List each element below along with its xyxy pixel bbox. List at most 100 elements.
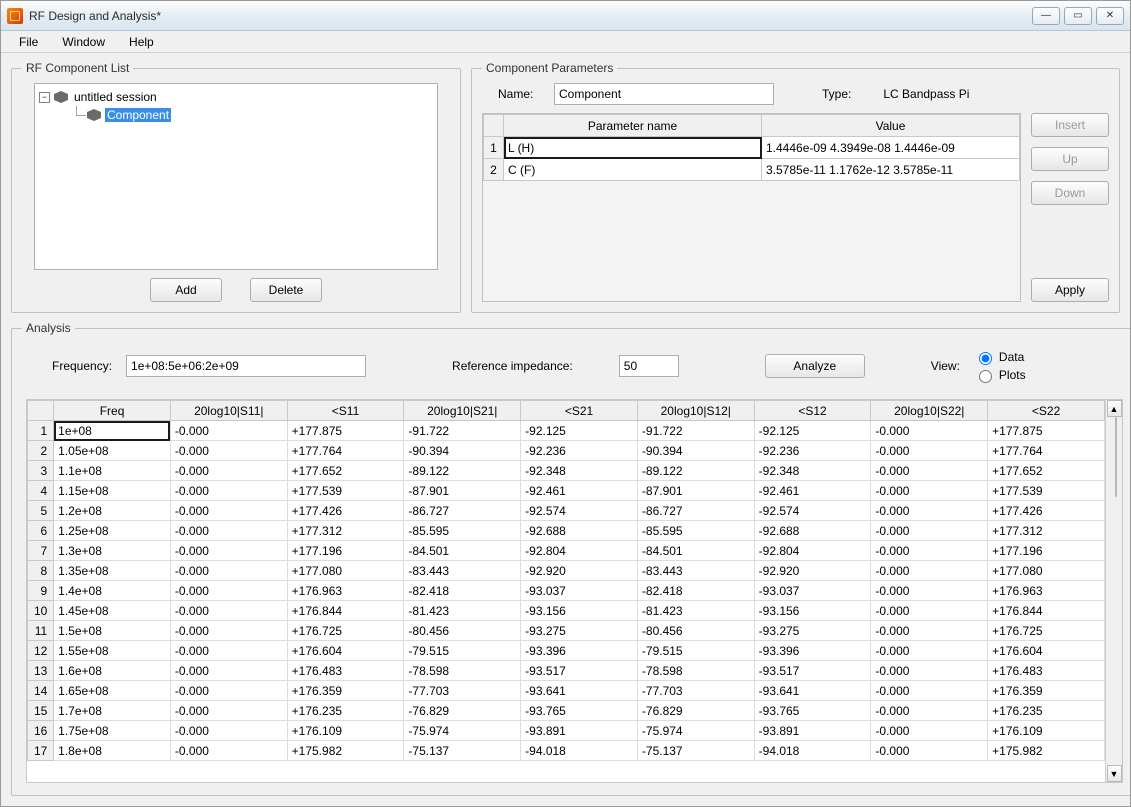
- analyze-button[interactable]: Analyze: [765, 354, 865, 378]
- grid-cell[interactable]: 1.2e+08: [54, 501, 171, 521]
- grid-cell[interactable]: -0.000: [170, 681, 287, 701]
- grid-cell[interactable]: 1.15e+08: [54, 481, 171, 501]
- grid-column-header[interactable]: <S12: [754, 401, 871, 421]
- grid-row[interactable]: 61.25e+08-0.000+177.312-85.595-92.688-85…: [28, 521, 1105, 541]
- apply-button[interactable]: Apply: [1031, 278, 1109, 302]
- delete-button[interactable]: Delete: [250, 278, 322, 302]
- param-name-cell[interactable]: L (H): [504, 137, 762, 159]
- grid-cell[interactable]: -0.000: [170, 421, 287, 441]
- grid-column-header[interactable]: 20log10|S22|: [871, 401, 988, 421]
- grid-cell[interactable]: -93.641: [754, 681, 871, 701]
- grid-cell[interactable]: -93.641: [521, 681, 638, 701]
- grid-cell[interactable]: -75.137: [404, 741, 521, 761]
- grid-cell[interactable]: +176.235: [988, 701, 1105, 721]
- grid-cell[interactable]: -80.456: [637, 621, 754, 641]
- grid-column-header[interactable]: Freq: [54, 401, 171, 421]
- grid-cell[interactable]: -93.156: [754, 601, 871, 621]
- grid-cell[interactable]: -0.000: [871, 741, 988, 761]
- grid-cell[interactable]: +176.109: [988, 721, 1105, 741]
- grid-cell[interactable]: -0.000: [170, 481, 287, 501]
- grid-cell[interactable]: -0.000: [871, 521, 988, 541]
- grid-cell[interactable]: 1.5e+08: [54, 621, 171, 641]
- frequency-input[interactable]: [126, 355, 366, 377]
- grid-cell[interactable]: -81.423: [404, 601, 521, 621]
- grid-cell[interactable]: -90.394: [404, 441, 521, 461]
- grid-column-header[interactable]: <S22: [988, 401, 1105, 421]
- grid-cell[interactable]: -77.703: [404, 681, 521, 701]
- grid-row[interactable]: 141.65e+08-0.000+176.359-77.703-93.641-7…: [28, 681, 1105, 701]
- grid-cell[interactable]: +176.604: [988, 641, 1105, 661]
- col-parameter-name[interactable]: Parameter name: [504, 115, 762, 137]
- grid-cell[interactable]: -93.037: [754, 581, 871, 601]
- grid-cell[interactable]: 1e+08: [54, 421, 171, 441]
- grid-cell[interactable]: 1.8e+08: [54, 741, 171, 761]
- grid-cell[interactable]: -91.722: [404, 421, 521, 441]
- grid-cell[interactable]: 1.7e+08: [54, 701, 171, 721]
- grid-cell[interactable]: -0.000: [170, 561, 287, 581]
- grid-cell[interactable]: 1.55e+08: [54, 641, 171, 661]
- grid-cell[interactable]: -92.920: [521, 561, 638, 581]
- grid-cell[interactable]: -92.574: [754, 501, 871, 521]
- grid-cell[interactable]: +177.875: [287, 421, 404, 441]
- grid-cell[interactable]: -80.456: [404, 621, 521, 641]
- grid-row[interactable]: 101.45e+08-0.000+176.844-81.423-93.156-8…: [28, 601, 1105, 621]
- menu-file[interactable]: File: [9, 33, 48, 51]
- tree-child-row[interactable]: Component: [71, 106, 433, 124]
- grid-cell[interactable]: -0.000: [170, 641, 287, 661]
- grid-cell[interactable]: 1.35e+08: [54, 561, 171, 581]
- grid-row[interactable]: 91.4e+08-0.000+176.963-82.418-93.037-82.…: [28, 581, 1105, 601]
- grid-column-header[interactable]: <S21: [521, 401, 638, 421]
- menu-help[interactable]: Help: [119, 33, 164, 51]
- grid-cell[interactable]: -84.501: [637, 541, 754, 561]
- grid-cell[interactable]: +176.359: [988, 681, 1105, 701]
- view-data-radio-input[interactable]: [979, 352, 992, 365]
- grid-cell[interactable]: +177.312: [988, 521, 1105, 541]
- view-data-radio[interactable]: Data: [974, 349, 1026, 365]
- grid-cell[interactable]: -87.901: [637, 481, 754, 501]
- grid-cell[interactable]: -0.000: [871, 581, 988, 601]
- grid-cell[interactable]: -92.804: [521, 541, 638, 561]
- scroll-thumb[interactable]: [1115, 417, 1117, 497]
- grid-cell[interactable]: -75.974: [637, 721, 754, 741]
- grid-cell[interactable]: -92.920: [754, 561, 871, 581]
- grid-cell[interactable]: +175.982: [988, 741, 1105, 761]
- grid-cell[interactable]: -0.000: [170, 521, 287, 541]
- grid-cell[interactable]: -0.000: [170, 701, 287, 721]
- grid-cell[interactable]: 1.65e+08: [54, 681, 171, 701]
- grid-cell[interactable]: +177.539: [287, 481, 404, 501]
- grid-cell[interactable]: -82.418: [637, 581, 754, 601]
- grid-cell[interactable]: -93.275: [754, 621, 871, 641]
- grid-cell[interactable]: +177.312: [287, 521, 404, 541]
- grid-cell[interactable]: +176.604: [287, 641, 404, 661]
- grid-cell[interactable]: -85.595: [637, 521, 754, 541]
- grid-cell[interactable]: +177.875: [988, 421, 1105, 441]
- grid-cell[interactable]: -0.000: [871, 621, 988, 641]
- grid-cell[interactable]: 1.45e+08: [54, 601, 171, 621]
- add-button[interactable]: Add: [150, 278, 222, 302]
- grid-cell[interactable]: -89.122: [637, 461, 754, 481]
- grid-cell[interactable]: -0.000: [871, 561, 988, 581]
- close-button[interactable]: ✕: [1096, 7, 1124, 25]
- grid-cell[interactable]: -93.156: [521, 601, 638, 621]
- grid-cell[interactable]: -0.000: [170, 741, 287, 761]
- up-button[interactable]: Up: [1031, 147, 1109, 171]
- grid-cell[interactable]: -92.688: [754, 521, 871, 541]
- grid-cell[interactable]: -0.000: [871, 501, 988, 521]
- grid-cell[interactable]: +176.483: [287, 661, 404, 681]
- grid-cell[interactable]: -0.000: [871, 541, 988, 561]
- grid-cell[interactable]: -82.418: [404, 581, 521, 601]
- grid-cell[interactable]: +177.080: [988, 561, 1105, 581]
- component-name-input[interactable]: [554, 83, 774, 105]
- grid-cell[interactable]: -89.122: [404, 461, 521, 481]
- grid-column-header[interactable]: 20log10|S12|: [637, 401, 754, 421]
- grid-cell[interactable]: -0.000: [170, 721, 287, 741]
- grid-cell[interactable]: -0.000: [871, 721, 988, 741]
- component-tree[interactable]: − untitled session Component: [34, 83, 438, 270]
- grid-cell[interactable]: +177.426: [988, 501, 1105, 521]
- grid-column-header[interactable]: 20log10|S21|: [404, 401, 521, 421]
- grid-row[interactable]: 11e+08-0.000+177.875-91.722-92.125-91.72…: [28, 421, 1105, 441]
- grid-cell[interactable]: 1.1e+08: [54, 461, 171, 481]
- grid-cell[interactable]: -93.891: [521, 721, 638, 741]
- grid-cell[interactable]: -79.515: [404, 641, 521, 661]
- grid-cell[interactable]: -92.461: [754, 481, 871, 501]
